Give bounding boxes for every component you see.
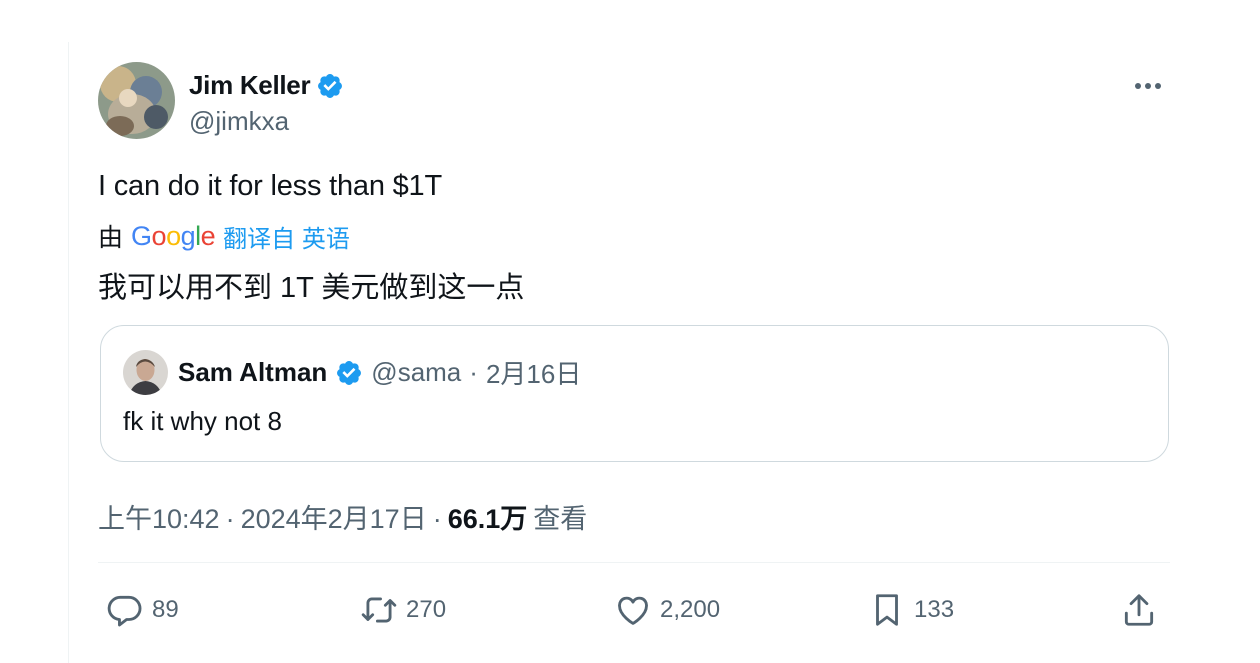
author-handle[interactable]: @jimkxa [189, 106, 289, 137]
bookmark-icon [876, 594, 898, 626]
like-button[interactable]: 2,200 [614, 586, 720, 634]
share-button[interactable] [1120, 586, 1158, 634]
reply-icon [107, 595, 142, 627]
separator-dot: · [432, 504, 442, 534]
tweet-header: Jim Keller @jimkxa [98, 62, 1170, 142]
share-icon [1124, 594, 1154, 626]
tweet-meta: 上午10:42 · 2024年2月17日 · 66.1万 查看 [98, 497, 587, 536]
retweet-button[interactable]: 270 [360, 586, 446, 634]
translated-text: 我可以用不到 1T 美元做到这一点 [98, 272, 525, 304]
tweet-actions: 89 270 2,200 133 [98, 586, 1170, 634]
bookmark-count: 133 [914, 596, 955, 623]
separator-dot: · [225, 504, 235, 534]
retweet-count: 270 [406, 596, 447, 623]
timeline-border [68, 42, 69, 663]
reply-button[interactable]: 89 [106, 586, 179, 634]
quoted-tweet-date[interactable]: 2月16日 [486, 354, 581, 391]
quoted-author-handle: @sama [371, 357, 462, 387]
translate-by-label: 由 [98, 224, 124, 252]
quoted-author-name[interactable]: Sam Altman [178, 357, 327, 388]
like-count: 2,200 [660, 596, 721, 623]
tweet-text: I can do it for less than $1T [98, 170, 442, 202]
more-dot [1135, 83, 1141, 89]
retweet-icon [361, 597, 397, 623]
separator-dot: · [469, 357, 478, 387]
views-label: 查看 [533, 504, 588, 534]
like-icon [618, 596, 648, 625]
more-icon[interactable] [1128, 66, 1168, 106]
translate-link[interactable]: 翻译自 英语 [223, 219, 350, 254]
tweet-time[interactable]: 上午10:42 [98, 497, 220, 536]
views-count: 66.1万 [447, 504, 528, 534]
bookmark-button[interactable]: 133 [868, 586, 954, 634]
verified-badge-icon[interactable] [316, 72, 344, 100]
quoted-tweet[interactable]: Sam Altman @sama · 2月16日 fk it why not 8 [100, 325, 1169, 462]
author-name-row: Jim Keller [189, 70, 344, 101]
quoted-tweet-text: fk it why not 8 [123, 406, 282, 436]
google-logo: Google [131, 220, 216, 251]
more-dot [1145, 83, 1151, 89]
author-avatar[interactable] [98, 62, 175, 139]
more-dot [1155, 83, 1161, 89]
author-name[interactable]: Jim Keller [189, 70, 311, 101]
tweet-date[interactable]: 2024年2月17日 [241, 497, 427, 536]
verified-badge-icon [337, 360, 362, 385]
translation-attribution: 由 Google 翻译自 英语 [98, 218, 350, 254]
reply-count: 89 [152, 596, 179, 623]
quoted-author-avatar[interactable] [123, 350, 168, 395]
divider [98, 562, 1170, 563]
quoted-tweet-header: Sam Altman @sama · 2月16日 [123, 350, 581, 395]
